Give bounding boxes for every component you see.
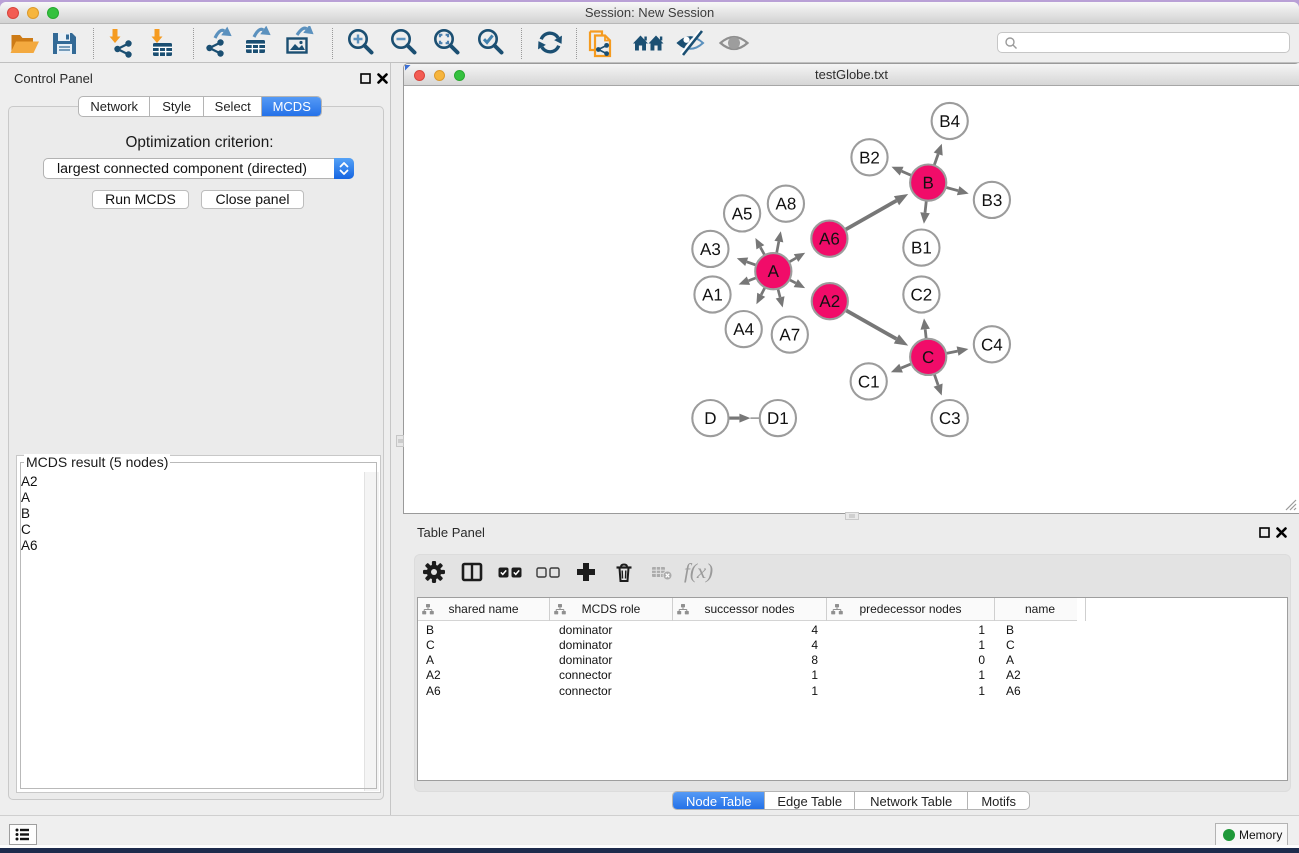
svg-text:A3: A3: [700, 240, 721, 259]
svg-text:A6: A6: [819, 230, 840, 249]
svg-text:C3: C3: [939, 409, 961, 428]
svg-text:A7: A7: [779, 326, 800, 345]
svg-text:A1: A1: [702, 286, 723, 305]
svg-text:A8: A8: [776, 195, 797, 214]
svg-text:C4: C4: [981, 335, 1003, 354]
svg-text:C: C: [922, 348, 934, 367]
svg-text:A4: A4: [733, 320, 754, 339]
svg-text:C2: C2: [911, 286, 933, 305]
svg-text:C1: C1: [858, 372, 880, 391]
svg-text:B2: B2: [859, 148, 880, 167]
svg-text:B: B: [923, 174, 934, 193]
svg-text:B4: B4: [939, 112, 960, 131]
svg-text:A2: A2: [819, 292, 840, 311]
svg-text:D: D: [704, 409, 716, 428]
svg-text:B3: B3: [982, 191, 1003, 210]
svg-text:A5: A5: [732, 204, 753, 223]
svg-text:A: A: [768, 262, 780, 281]
svg-text:B1: B1: [911, 239, 932, 258]
svg-text:D1: D1: [767, 409, 789, 428]
